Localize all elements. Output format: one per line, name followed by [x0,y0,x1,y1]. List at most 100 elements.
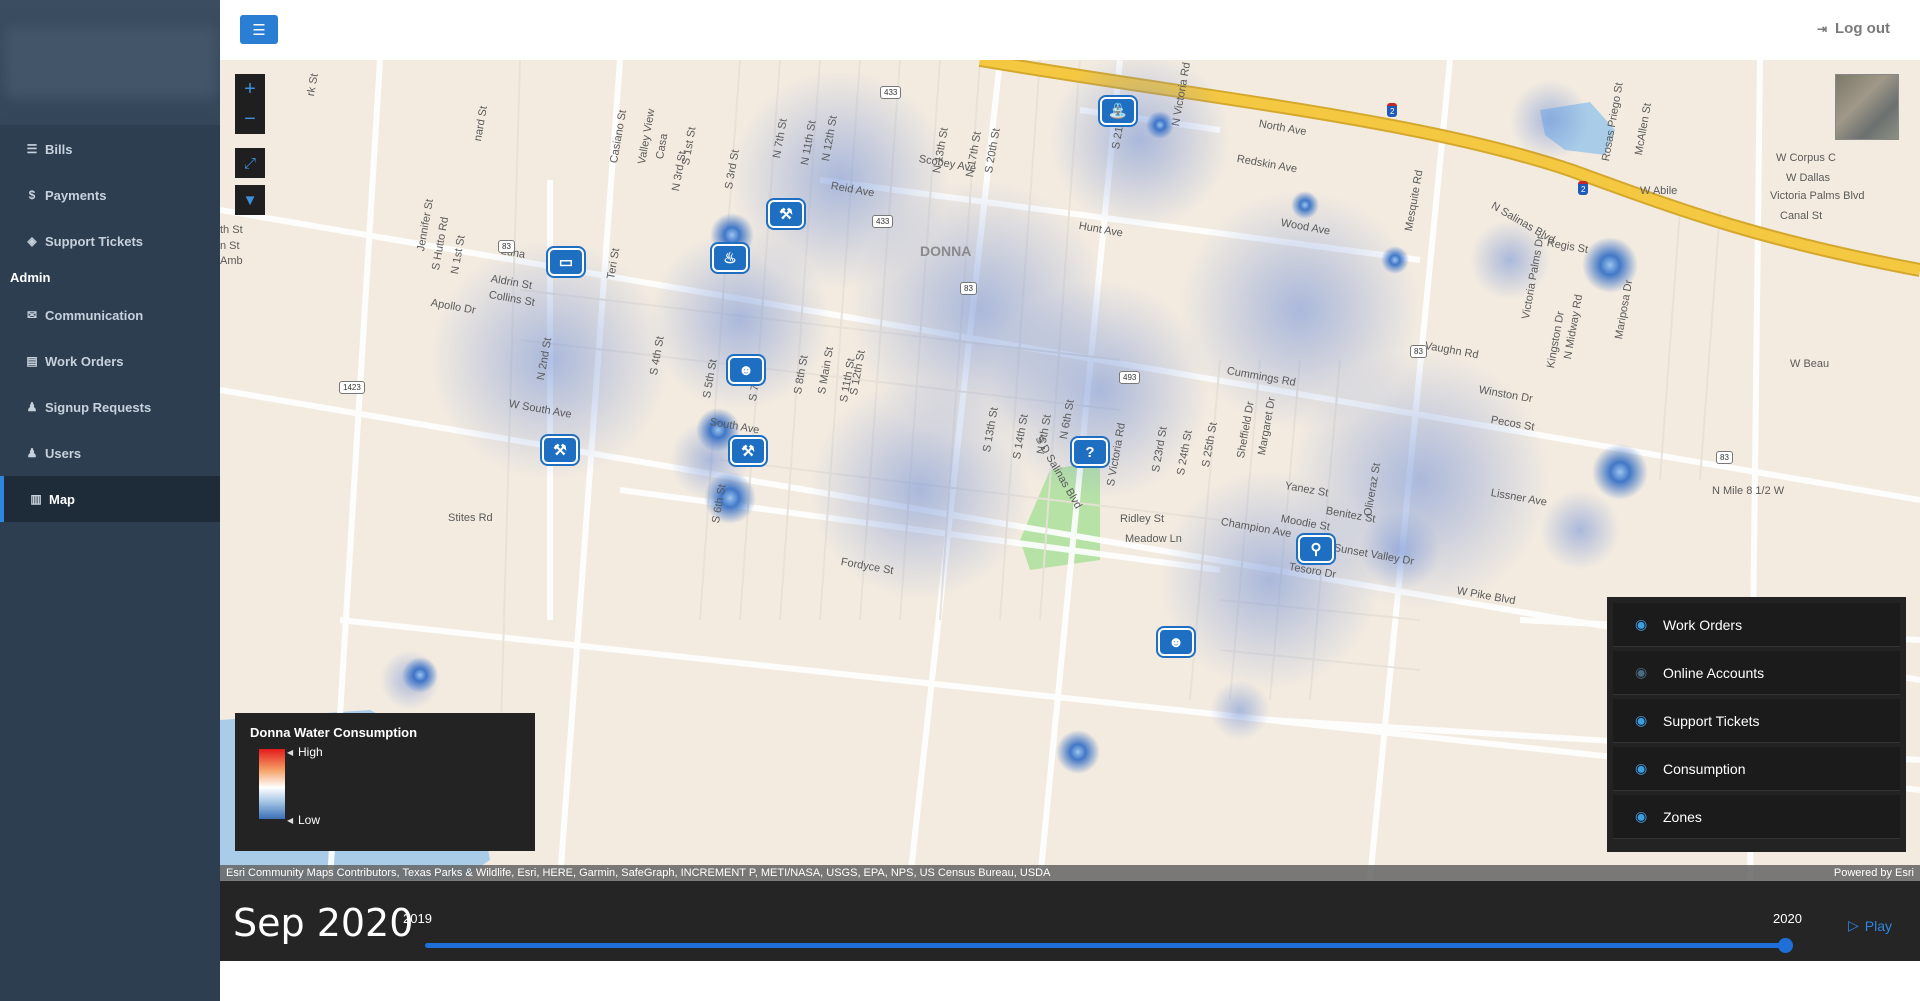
street-label: W Beau [1790,358,1830,370]
street-label: N 6th St [1058,398,1077,441]
zoom-in-button[interactable]: + [235,74,265,104]
sidebar-item-work-orders[interactable]: ▤ Work Orders [0,339,220,383]
plus-icon: + [244,77,256,100]
map-pin[interactable]: ☻ [1158,628,1194,656]
sidebar-item-payments[interactable]: $ Payments [0,173,220,217]
street-label: Canal St [1780,210,1823,222]
pipe-icon: ⚲ [1310,541,1322,558]
sidebar-item-bills[interactable]: ☰ Bills [0,127,220,171]
street-label: Redskin Ave [1235,153,1299,176]
sidebar-item-communication[interactable]: ✉ Communication [0,293,220,337]
street-label: DONNA [920,243,972,259]
legend-title: Donna Water Consumption [250,725,418,740]
map-view[interactable]: DONNA North Ave Redskin Ave Scobey Ave Reid … [220,60,1920,880]
logout-button[interactable]: ⇥ Log out [1817,20,1890,37]
map-pin[interactable]: ☻ [728,356,764,384]
layer-consumption[interactable]: ◉ Consumption [1613,747,1900,791]
street-label: Kingston Dr [1545,310,1567,370]
street-label: S Hutto Rd [430,216,452,272]
street-label: Stites Rd [448,512,493,524]
street-label: N Midway Rd [1562,293,1586,361]
layer-list: ◉ Work Orders ◉ Online Accounts ◉ Suppor… [1607,597,1906,852]
document-icon: ▤ [26,354,38,368]
street-label: W Pike Blvd [1455,585,1517,608]
route-shield: 1423 [339,381,365,394]
sidebar-item-label: Communication [45,307,144,323]
map-pin[interactable]: ? [1072,438,1108,466]
sidebar-item-label: Signup Requests [45,399,152,415]
eye-icon[interactable]: ◉ [1635,712,1653,729]
powered-by-esri[interactable]: Powered by Esri [1834,867,1914,879]
street-label: S 13th St [981,406,1001,454]
layer-online-accounts[interactable]: ◉ Online Accounts [1613,651,1900,695]
street-label: N 2nd St [535,336,555,382]
eye-icon[interactable]: ◉ [1635,808,1653,825]
street-label: Hunt Ave [1077,220,1124,240]
route-shield: 2 [1578,181,1589,195]
layer-work-orders[interactable]: ◉ Work Orders [1613,603,1900,647]
wrench-icon: ⚒ [553,442,567,459]
fullscreen-button[interactable]: ⤢ [235,148,265,178]
map-pin[interactable]: ⛲ [1100,97,1136,125]
map-pin[interactable]: ⚒ [768,200,804,228]
sidebar-item-users[interactable]: ♟ Users [0,431,220,475]
street-label: rk St [305,72,321,98]
street-label: Sheffield Dr [1235,400,1257,460]
eye-icon[interactable]: ◉ [1635,664,1653,681]
filter-button[interactable]: ▼ [235,185,265,215]
street-label: Pecos St [1489,414,1536,434]
expand-icon: ⤢ [243,154,256,172]
current-time-label: Sep 2020 [233,901,414,945]
street-label: N Salinas Blvd [1489,200,1557,247]
street-label: McAllen St [1633,102,1654,157]
menu-toggle-button[interactable]: ☰ [240,15,278,44]
street-label: Fordyce St [839,556,895,578]
street-label: Mesquite Rd [1403,169,1426,233]
sidebar-item-map[interactable]: ▥ Map [0,476,220,522]
street-label: Collins St [487,289,536,309]
card-icon: ▭ [558,254,574,271]
sidebar-item-signup-requests[interactable]: ♟ Signup Requests [0,385,220,429]
envelope-icon: ✉ [26,308,38,322]
street-label: Margaret Dr [1256,396,1279,457]
zoom-out-button[interactable]: − [235,104,265,134]
heatmap-legend: Donna Water Consumption ◀ High ◀ Low [235,713,535,851]
map-pin[interactable]: ▭ [548,248,584,276]
eye-icon[interactable]: ◉ [1635,616,1653,633]
street-label: Ridley St [1120,513,1165,525]
time-slider: Sep 2020 2019 2020 ▷ Play [220,881,1920,961]
sidebar-item-label: Map [49,491,75,507]
route-shield: 493 [1119,371,1141,384]
legend-low-label: Low [298,813,321,827]
satellite-basemap-icon[interactable] [1835,74,1899,140]
street-label: S Main St [816,346,837,396]
play-button[interactable]: ▷ Play [1848,917,1892,934]
eye-icon[interactable]: ◉ [1635,760,1653,777]
map-attribution: Esri Community Maps Contributors, Texas … [220,865,1920,881]
map-pin[interactable]: ⚒ [542,436,578,464]
map-icon: ▥ [30,492,42,506]
layer-label: Work Orders [1663,616,1743,633]
street-label: S 3rd St [723,148,742,191]
time-min-label: 2019 [403,911,432,926]
street-label: Winston Dr [1477,384,1534,406]
top-bar: ☰ ⇥ Log out [220,0,1920,60]
street-label: Casa [654,132,671,161]
map-pin[interactable]: ⚒ [730,437,766,465]
sidebar-item-support-tickets[interactable]: ◈ Support Tickets [0,219,220,263]
street-label: S 5th St [701,358,720,400]
time-slider-track[interactable] [425,943,1785,948]
street-label: Wood Ave [1279,217,1331,238]
layer-support-tickets[interactable]: ◉ Support Tickets [1613,699,1900,743]
layer-zones[interactable]: ◉ Zones [1613,795,1900,839]
map-pin[interactable]: ♨ [712,244,748,272]
route-shield: 83 [960,282,977,295]
time-slider-thumb[interactable] [1778,938,1793,953]
filter-icon: ▼ [242,191,258,209]
street-label: Tesoro Dr [1287,561,1337,582]
street-label: S Victoria Rd [1105,421,1128,488]
sidebar-item-label: Bills [45,141,73,157]
street-label: S 24th St [1175,429,1195,477]
admin-section-heading: Admin [10,270,51,285]
map-pin[interactable]: ⚲ [1298,535,1334,563]
